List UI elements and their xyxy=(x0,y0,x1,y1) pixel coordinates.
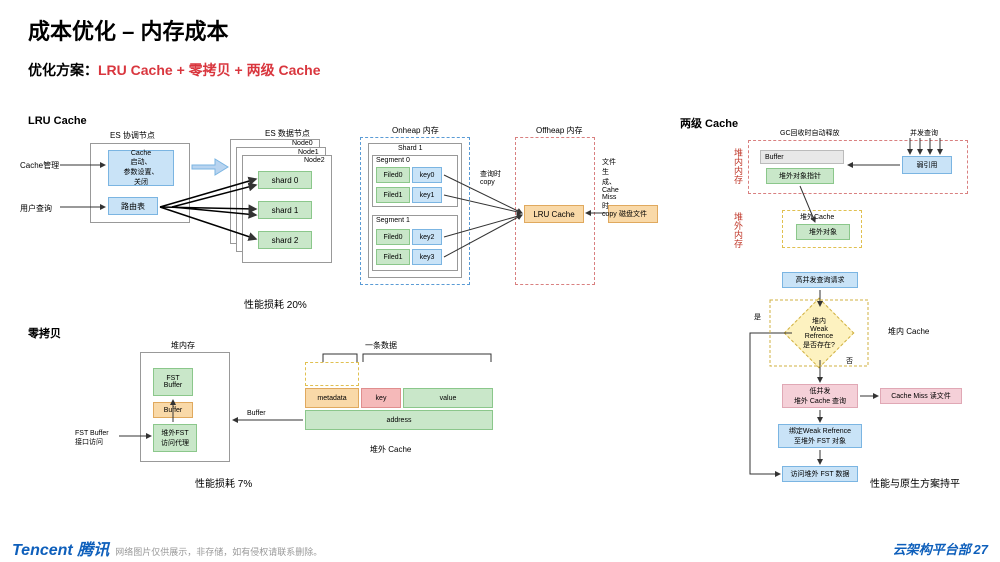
buffer-box: Buffer xyxy=(153,402,193,418)
fst-buffer-box: FST Buffer xyxy=(153,368,193,396)
query-copy-label: 查询时 copy xyxy=(480,169,501,186)
shard1-box: shard 1 xyxy=(258,201,312,219)
heap-in-vlabel: 堆内内存 xyxy=(732,148,745,184)
route-table-box: 路由表 xyxy=(108,197,158,215)
key3-box: key3 xyxy=(412,249,442,265)
seg0-label: Segment 0 xyxy=(376,157,410,164)
onheap-label: Onheap 内存 xyxy=(392,125,439,136)
metadata-box: metadata xyxy=(305,388,359,408)
lru-cache-box: LRU Cache xyxy=(524,205,584,223)
shard0-box: shard 0 xyxy=(258,171,312,189)
heap-out-label: 堆外 Cache xyxy=(370,444,411,455)
buffer-arrow-label: Buffer xyxy=(247,410,266,417)
filed1-box: Filed1 xyxy=(376,187,410,203)
cache-config-box: Cache 启动、 参数设置、 关闭 xyxy=(108,150,174,186)
fst-proxy-box: 堆外FST 访问代理 xyxy=(153,424,197,452)
bind-weak-box: 绑定Weak Refrence 至堆外 FST 对象 xyxy=(778,424,862,448)
key2-box: key2 xyxy=(412,229,442,245)
file-gen-label: 文件生成、 Cahe Miss 时 copy xyxy=(602,157,620,218)
data-node-label: ES 数据节点 xyxy=(265,128,310,139)
offheap-label: Offheap 内存 xyxy=(536,125,583,136)
fst-access-label: FST Buffer 接口访问 xyxy=(75,430,109,447)
page-title: 成本优化 – 内存成本 xyxy=(0,0,1000,46)
filed0-box: Filed0 xyxy=(376,167,410,183)
heap-out-obj-box: 堆外对象 xyxy=(796,224,850,240)
yes-label: 是 xyxy=(754,312,761,322)
concurrent-query-label: 并发查询 xyxy=(910,128,938,138)
heap-out-cache-label: 堆外Cache xyxy=(800,212,834,222)
lru-perf: 性能损耗 20% xyxy=(244,296,307,311)
cache-mgmt-label: Cache管理 xyxy=(20,160,59,171)
filed1b-box: Filed1 xyxy=(376,249,410,265)
no-label: 否 xyxy=(846,356,853,366)
footer-brand: 云架构平台部 xyxy=(893,542,971,557)
footer: Tencent 腾讯 网络图片仅供展示，非存储，如有侵权请联系删除。 云架构平台… xyxy=(0,534,1000,562)
footer-note: 网络图片仅供展示，非存储，如有侵权请联系删除。 xyxy=(115,545,322,558)
key-box: key xyxy=(361,388,401,408)
access-fst-box: 访问堆外 FST 数据 xyxy=(782,466,858,482)
node0-label: Node0 xyxy=(292,140,313,147)
tencent-logo: Tencent 腾讯 xyxy=(12,536,109,560)
shard2-box: shard 2 xyxy=(258,231,312,249)
key0-box: key0 xyxy=(412,167,442,183)
subtitle: 优化方案：LRU Cache + 零拷贝 + 两级 Cache xyxy=(0,46,1000,88)
node2-label: Node2 xyxy=(304,157,325,164)
value-box: value xyxy=(403,388,493,408)
seg1-label: Segment 1 xyxy=(376,217,410,224)
heap-out-ptr-box: 堆外对象指针 xyxy=(766,168,834,184)
high-concurrent-box: 高并发查询请求 xyxy=(782,272,858,288)
buffer-gray-box: Buffer xyxy=(760,150,844,164)
key1-box: key1 xyxy=(412,187,442,203)
shard1-inner-label: Shard 1 xyxy=(398,145,423,152)
heap-in-label: 堆内存 xyxy=(171,340,195,351)
filed0b-box: Filed0 xyxy=(376,229,410,245)
page-number: 27 xyxy=(974,542,988,557)
coord-node-label: ES 协调节点 xyxy=(110,130,155,141)
user-query-label: 用户查询 xyxy=(20,203,52,214)
gc-release-label: GC回收时自动释放 xyxy=(780,128,840,138)
diamond-text: 堆内 Weak Refrence 是否存在? xyxy=(796,316,842,350)
heap-out-vlabel: 堆外内存 xyxy=(732,212,745,248)
zero-copy-label: 零拷贝 xyxy=(28,325,61,341)
low-concurrent-box: 低并发 堆外 Cache 查询 xyxy=(782,384,858,408)
zero-copy-perf: 性能损耗 7% xyxy=(195,475,252,490)
cache-miss-box: Cache Miss 读文件 xyxy=(880,388,962,404)
address-box: address xyxy=(305,410,493,430)
weak-ref-box: 弱引用 xyxy=(902,156,952,174)
heap-in-cache-label: 堆内 Cache xyxy=(888,326,929,337)
two-level-perf: 性能与原生方案持平 xyxy=(870,475,960,490)
one-record-label: 一条数据 xyxy=(365,340,397,351)
